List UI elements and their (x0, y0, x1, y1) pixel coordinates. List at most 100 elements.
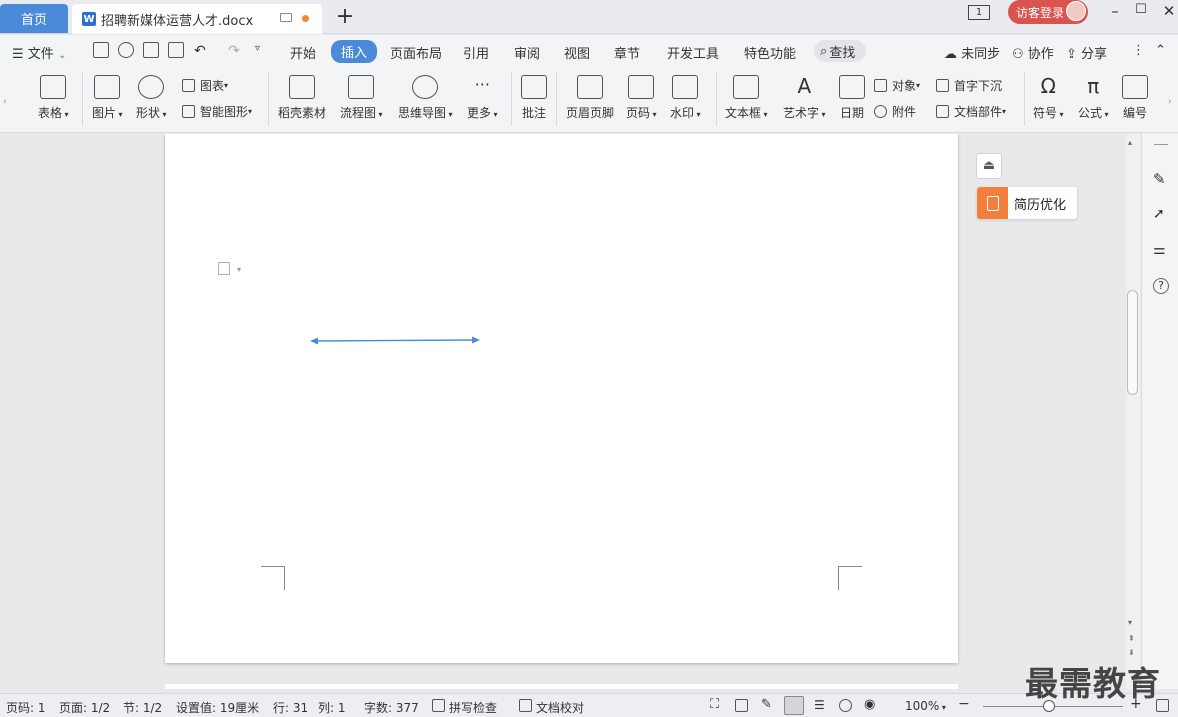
tab-references[interactable]: 引用 (463, 43, 489, 62)
minimize-button[interactable]: – (1106, 2, 1124, 20)
spell-check-button[interactable]: 拼写检查 (449, 699, 497, 716)
tab-view[interactable]: 视图 (564, 43, 590, 62)
scroll-down-icon[interactable]: ▾ (1128, 618, 1132, 627)
chevron-down-icon[interactable]: ▾ (237, 265, 241, 274)
redo-button[interactable]: ↷ (228, 43, 240, 59)
scrollbar-thumb[interactable] (1127, 290, 1138, 395)
page-number-button[interactable]: 页码 ▾ (626, 75, 657, 121)
undo-button[interactable]: ↶ (194, 43, 206, 59)
collaborate-button[interactable]: ⚇ 协作 (1012, 43, 1054, 62)
formula-button[interactable]: π 公式 ▾ (1078, 75, 1109, 121)
save-icon[interactable] (93, 42, 109, 58)
symbol-button[interactable]: Ω 符号 ▾ (1033, 75, 1064, 121)
drag-handle-icon[interactable] (1154, 144, 1168, 145)
document-page[interactable]: ▾ (165, 134, 958, 663)
print-icon[interactable] (143, 42, 159, 58)
header-footer-icon (577, 75, 603, 99)
more-button[interactable]: ··· 更多 ▾ (467, 75, 498, 121)
status-word-count[interactable]: 字数: 377 (364, 699, 419, 716)
zoom-out-button[interactable]: − (958, 696, 970, 712)
object-button[interactable]: 对象 ▾ (874, 77, 920, 94)
insert-table-button[interactable]: 表格 ▾ (38, 75, 69, 121)
close-button[interactable]: ✕ (1160, 2, 1178, 20)
tab-home[interactable]: 首页 (0, 4, 68, 33)
fullscreen-icon[interactable]: ⛶ (710, 697, 723, 712)
tab-start[interactable]: 开始 (290, 43, 316, 62)
insert-smart-shape-button[interactable]: 智能图形 ▾ (182, 103, 252, 120)
mindmap-button[interactable]: 思维导图 ▾ (398, 75, 453, 121)
maximize-button[interactable]: ☐ (1132, 2, 1150, 17)
watermark-button[interactable]: 水印 ▾ (670, 75, 701, 121)
help-icon[interactable]: ? (1153, 278, 1169, 294)
guest-login-button[interactable]: 访客登录 (1008, 0, 1088, 24)
date-button[interactable]: 日期 (839, 75, 865, 121)
collapse-ribbon-icon[interactable]: ⌃ (1155, 43, 1166, 58)
page-view-icon[interactable] (784, 696, 804, 715)
status-setting-value[interactable]: 设置值: 19厘米 (176, 699, 259, 716)
tab-insert[interactable]: 插入 (331, 40, 378, 63)
window-count-badge[interactable]: 1 (968, 5, 990, 20)
pen-icon[interactable]: ✎ (1153, 170, 1169, 188)
status-column[interactable]: 列: 1 (318, 699, 346, 716)
write-mode-icon[interactable]: ✎ (761, 697, 774, 712)
drop-cap-button[interactable]: 首字下沉 (936, 77, 1002, 94)
cursor-icon[interactable]: ➚ (1153, 206, 1169, 222)
vertical-scrollbar[interactable]: ▴ ▾ ⇞ ⇟ (1126, 134, 1140, 689)
eye-protect-icon[interactable]: ◉ (864, 697, 877, 712)
double-arrow-line[interactable] (309, 334, 481, 348)
unsaved-dot-icon (302, 15, 309, 22)
numbering-button[interactable]: 编号 (1122, 75, 1148, 121)
reading-mode-icon[interactable] (735, 699, 748, 712)
monitor-icon[interactable] (280, 13, 292, 22)
search-button[interactable]: ⌕ 查找 (814, 40, 866, 62)
tab-developer[interactable]: 开发工具 (667, 43, 719, 62)
header-footer-button[interactable]: 页眉页脚 (566, 75, 614, 121)
insert-picture-button[interactable]: 图片 ▾ (92, 75, 123, 121)
numbering-icon (1122, 75, 1148, 99)
proofread-button[interactable]: 文档校对 (536, 699, 584, 716)
next-page-icon[interactable]: ⇟ (1128, 648, 1135, 657)
format-painter-icon[interactable] (118, 42, 134, 58)
collapse-panel-button[interactable]: ⏏ (976, 153, 1002, 179)
customize-toolbar-icon[interactable]: ▿ (255, 43, 260, 54)
document-workspace[interactable]: ▾ (0, 134, 1126, 689)
paragraph-layout-icon[interactable] (218, 262, 230, 275)
textbox-button[interactable]: 文本框 ▾ (725, 75, 768, 121)
ribbon-scroll-right-icon[interactable]: › (1168, 97, 1172, 107)
comment-button[interactable]: 批注 (521, 75, 547, 121)
print-preview-icon[interactable] (168, 42, 184, 58)
status-row[interactable]: 行: 31 (273, 699, 308, 716)
file-menu[interactable]: ☰ 文件 ⌄ (12, 43, 66, 62)
prev-page-icon[interactable]: ⇞ (1128, 634, 1135, 643)
hamburger-icon: ☰ (12, 47, 24, 62)
tab-review[interactable]: 审阅 (514, 43, 540, 62)
flowchart-button[interactable]: 流程图 ▾ (340, 75, 383, 121)
status-section[interactable]: 节: 1/2 (123, 699, 162, 716)
outline-view-icon[interactable]: ☰ (814, 698, 827, 712)
resume-optimize-button[interactable]: 简历优化 (977, 187, 1077, 219)
ribbon-scroll-left-icon[interactable]: ‹ (3, 97, 7, 107)
attachment-button[interactable]: 附件 (874, 103, 916, 120)
status-page-number[interactable]: 页码: 1 (6, 699, 46, 716)
zoom-level-select[interactable]: 100% ▾ (905, 699, 946, 713)
tab-document[interactable]: W 招聘新媒体运营人才.docx (72, 4, 322, 34)
flowchart-label: 流程图 ▾ (340, 106, 383, 120)
tab-features[interactable]: 特色功能 (744, 43, 796, 62)
tab-section[interactable]: 章节 (614, 43, 640, 62)
document-page-2[interactable] (165, 684, 958, 689)
docer-material-button[interactable]: 稻壳素材 (278, 75, 326, 121)
tab-page-layout[interactable]: 页面布局 (390, 43, 442, 62)
scroll-up-icon[interactable]: ▴ (1128, 138, 1132, 147)
new-tab-button[interactable]: + (334, 6, 356, 28)
status-page[interactable]: 页面: 1/2 (59, 699, 110, 716)
web-view-icon[interactable] (839, 699, 852, 712)
wordart-button[interactable]: A 艺术字 ▾ (783, 75, 826, 121)
more-options-icon[interactable]: ⋮ (1132, 43, 1145, 58)
ribbon-separator (1024, 72, 1025, 126)
sliders-icon[interactable]: ⚌ (1153, 242, 1169, 258)
insert-shape-button[interactable]: 形状 ▾ (136, 75, 167, 121)
share-button[interactable]: ⇪ 分享 (1066, 43, 1107, 62)
doc-parts-button[interactable]: 文档部件 ▾ (936, 103, 1006, 120)
insert-chart-button[interactable]: 图表 ▾ (182, 77, 228, 94)
sync-status[interactable]: ☁ 未同步 (944, 43, 1000, 62)
